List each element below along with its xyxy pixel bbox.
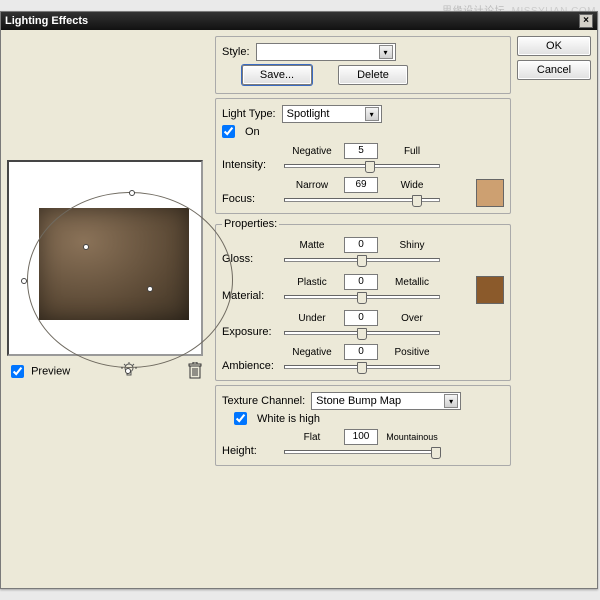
- texture-channel-label: Texture Channel:: [222, 395, 305, 407]
- preview-column: Preview: [7, 36, 207, 582]
- height-name: Height:: [222, 445, 280, 457]
- material-value[interactable]: 0: [344, 274, 378, 290]
- exposure-name: Exposure:: [222, 326, 280, 338]
- gloss-thumb[interactable]: [357, 255, 367, 267]
- exposure-thumb[interactable]: [357, 328, 367, 340]
- intensity-track[interactable]: [284, 164, 440, 168]
- preview-checkbox[interactable]: [11, 365, 24, 378]
- exposure-left: Under: [284, 313, 340, 324]
- ambience-thumb[interactable]: [357, 362, 367, 374]
- preview-image: [39, 208, 189, 320]
- gloss-right: Shiny: [384, 240, 440, 251]
- white-high-checkbox[interactable]: [234, 412, 247, 425]
- gloss-slider: Matte 0 Shiny Gloss:: [222, 237, 504, 265]
- exposure-right: Over: [384, 313, 440, 324]
- focus-left-label: Narrow: [284, 180, 340, 191]
- height-track[interactable]: [284, 450, 440, 454]
- ellipse-handle-bottom[interactable]: [125, 368, 131, 374]
- material-track[interactable]: [284, 295, 440, 299]
- lighting-effects-dialog: Lighting Effects × Preview: [0, 11, 598, 589]
- chevron-down-icon: ▾: [365, 107, 379, 121]
- on-checkbox-label[interactable]: On: [222, 125, 504, 138]
- material-thumb[interactable]: [357, 292, 367, 304]
- ellipse-handle-top[interactable]: [129, 190, 135, 196]
- intensity-name: Intensity:: [222, 159, 280, 171]
- light-center-handle[interactable]: [83, 244, 89, 250]
- ambience-slider: Negative 0 Positive Ambience:: [222, 344, 504, 372]
- preview-canvas[interactable]: [7, 160, 203, 356]
- height-left: Flat: [284, 432, 340, 443]
- window-title: Lighting Effects: [5, 15, 88, 27]
- preview-label-text: Preview: [31, 365, 70, 377]
- height-right: Mountainous: [384, 432, 440, 442]
- texture-channel-dropdown[interactable]: Stone Bump Map ▾: [311, 392, 461, 410]
- chevron-down-icon: ▾: [379, 45, 393, 59]
- light-type-value: Spotlight: [287, 108, 330, 120]
- ambience-left: Negative: [284, 347, 340, 358]
- gloss-left: Matte: [284, 240, 340, 251]
- dialog-buttons: OK Cancel: [517, 36, 591, 582]
- chevron-down-icon: ▾: [444, 394, 458, 408]
- ambience-name: Ambience:: [222, 360, 280, 372]
- gloss-track[interactable]: [284, 258, 440, 262]
- preview-checkbox-label[interactable]: Preview: [11, 365, 70, 378]
- ellipse-handle-left[interactable]: [21, 278, 27, 284]
- gloss-value[interactable]: 0: [344, 237, 378, 253]
- ambience-value[interactable]: 0: [344, 344, 378, 360]
- height-slider: Flat 100 Mountainous Height:: [222, 429, 504, 457]
- material-left: Plastic: [284, 277, 340, 288]
- exposure-track[interactable]: [284, 331, 440, 335]
- style-label: Style:: [222, 46, 250, 58]
- focus-value[interactable]: 69: [344, 177, 378, 193]
- style-dropdown[interactable]: ▾: [256, 43, 396, 61]
- gloss-name: Gloss:: [222, 253, 280, 265]
- focus-name: Focus:: [222, 193, 280, 205]
- ambience-track[interactable]: [284, 365, 440, 369]
- material-slider: Plastic 0 Metallic Material:: [222, 274, 472, 302]
- style-group: Style: ▾ Save... Delete: [215, 36, 511, 94]
- height-value[interactable]: 100: [344, 429, 378, 445]
- white-high-checkbox-label[interactable]: White is high: [234, 412, 504, 425]
- white-high-text: White is high: [257, 413, 320, 425]
- focus-slider: Narrow 69 Wide Focus:: [222, 177, 472, 205]
- cancel-button[interactable]: Cancel: [517, 60, 591, 80]
- ambience-color-swatch[interactable]: [476, 276, 504, 304]
- intensity-value[interactable]: 5: [344, 143, 378, 159]
- focus-track[interactable]: [284, 198, 440, 202]
- trash-icon[interactable]: [187, 362, 203, 380]
- intensity-left-label: Negative: [284, 146, 340, 157]
- delete-button[interactable]: Delete: [338, 65, 408, 85]
- intensity-right-label: Full: [384, 146, 440, 157]
- texture-group: Texture Channel: Stone Bump Map ▾ White …: [215, 385, 511, 466]
- exposure-slider: Under 0 Over Exposure:: [222, 310, 504, 338]
- on-checkbox[interactable]: [222, 125, 235, 138]
- focus-thumb[interactable]: [412, 195, 422, 207]
- properties-legend: Properties:: [222, 218, 279, 230]
- save-button[interactable]: Save...: [242, 65, 312, 85]
- on-label-text: On: [245, 126, 260, 138]
- ambience-right: Positive: [384, 347, 440, 358]
- intensity-thumb[interactable]: [365, 161, 375, 173]
- texture-channel-value: Stone Bump Map: [316, 395, 401, 407]
- material-right: Metallic: [384, 277, 440, 288]
- ok-button[interactable]: OK: [517, 36, 591, 56]
- height-thumb[interactable]: [431, 447, 441, 459]
- light-type-label: Light Type:: [222, 108, 276, 120]
- light-ellipse[interactable]: [27, 192, 233, 368]
- light-focus-handle[interactable]: [147, 286, 153, 292]
- exposure-value[interactable]: 0: [344, 310, 378, 326]
- close-icon[interactable]: ×: [579, 14, 593, 28]
- material-name: Material:: [222, 290, 280, 302]
- controls-column: Style: ▾ Save... Delete Light Type:: [215, 36, 591, 582]
- intensity-slider: Negative 5 Full Intensity:: [222, 143, 472, 171]
- dialog-content: Preview: [1, 30, 597, 588]
- focus-right-label: Wide: [384, 180, 440, 191]
- titlebar[interactable]: Lighting Effects ×: [1, 12, 597, 30]
- properties-group: Properties: Matte 0 Shiny Gloss: Plastic…: [215, 218, 511, 381]
- light-color-swatch[interactable]: [476, 179, 504, 207]
- light-type-dropdown[interactable]: Spotlight ▾: [282, 105, 382, 123]
- light-type-group: Light Type: Spotlight ▾ On Negat: [215, 98, 511, 214]
